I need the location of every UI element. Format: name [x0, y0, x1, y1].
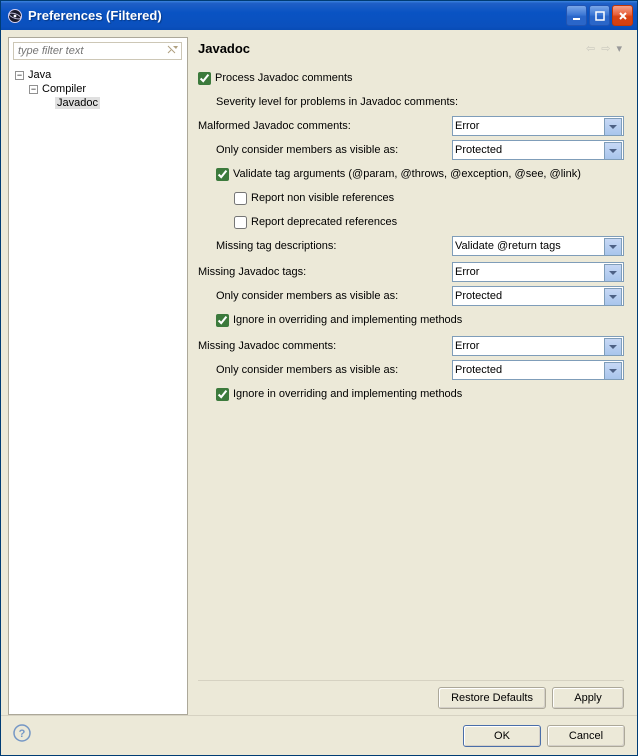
filter-input[interactable]	[13, 42, 182, 60]
missing-tags-visibility-combo[interactable]	[452, 286, 624, 306]
missing-tags-ignore-label: Ignore in overriding and implementing me…	[233, 314, 462, 326]
clear-filter-icon[interactable]	[167, 45, 179, 57]
report-nonvisible-checkbox[interactable]	[234, 192, 247, 205]
missing-comments-visibility-label: Only consider members as visible as:	[216, 364, 452, 376]
validate-tags-label: Validate tag arguments (@param, @throws,…	[233, 168, 581, 180]
sidebar: −Java −Compiler Javadoc	[8, 37, 188, 715]
preference-tree: −Java −Compiler Javadoc	[9, 64, 187, 114]
report-nonvisible-label: Report non visible references	[251, 192, 394, 204]
missing-desc-combo[interactable]	[452, 236, 624, 256]
window-titlebar[interactable]: Preferences (Filtered)	[1, 1, 637, 30]
restore-defaults-button[interactable]: Restore Defaults	[438, 687, 546, 709]
svg-text:?: ?	[19, 728, 26, 740]
missing-tags-ignore-checkbox[interactable]	[216, 314, 229, 327]
missing-tags-combo[interactable]	[452, 262, 624, 282]
ok-button[interactable]: OK	[463, 725, 541, 747]
tree-item-compiler[interactable]: −Compiler	[15, 82, 181, 96]
severity-caption: Severity level for problems in Javadoc c…	[216, 96, 458, 108]
help-icon[interactable]: ?	[13, 724, 31, 747]
process-javadoc-label: Process Javadoc comments	[215, 72, 353, 84]
missing-tags-visibility-label: Only consider members as visible as:	[216, 290, 452, 302]
cancel-button[interactable]: Cancel	[547, 725, 625, 747]
report-deprecated-checkbox[interactable]	[234, 216, 247, 229]
validate-tags-checkbox[interactable]	[216, 168, 229, 181]
malformed-combo[interactable]	[452, 116, 624, 136]
missing-tags-label: Missing Javadoc tags:	[198, 266, 452, 278]
report-deprecated-label: Report deprecated references	[251, 216, 397, 228]
close-button[interactable]	[612, 5, 633, 26]
collapse-icon[interactable]: −	[29, 85, 38, 94]
missing-comments-label: Missing Javadoc comments:	[198, 340, 452, 352]
malformed-visibility-combo[interactable]	[452, 140, 624, 160]
forward-icon[interactable]: ⇨	[599, 42, 612, 55]
app-icon	[7, 8, 23, 24]
apply-button[interactable]: Apply	[552, 687, 624, 709]
maximize-button[interactable]	[589, 5, 610, 26]
tree-item-java[interactable]: −Java	[15, 68, 181, 82]
collapse-icon[interactable]: −	[15, 71, 24, 80]
dropdown-arrow-icon[interactable]: ▾	[614, 42, 624, 55]
missing-desc-label: Missing tag descriptions:	[216, 240, 452, 252]
malformed-visibility-label: Only consider members as visible as:	[216, 144, 452, 156]
page-title: Javadoc	[198, 41, 584, 56]
malformed-label: Malformed Javadoc comments:	[198, 120, 452, 132]
missing-comments-ignore-label: Ignore in overriding and implementing me…	[233, 388, 462, 400]
window-title: Preferences (Filtered)	[28, 8, 566, 23]
missing-comments-combo[interactable]	[452, 336, 624, 356]
tree-item-javadoc[interactable]: Javadoc	[15, 96, 181, 110]
minimize-button[interactable]	[566, 5, 587, 26]
missing-comments-visibility-combo[interactable]	[452, 360, 624, 380]
back-icon[interactable]: ⇦	[584, 42, 597, 55]
process-javadoc-checkbox[interactable]	[198, 72, 211, 85]
missing-comments-ignore-checkbox[interactable]	[216, 388, 229, 401]
